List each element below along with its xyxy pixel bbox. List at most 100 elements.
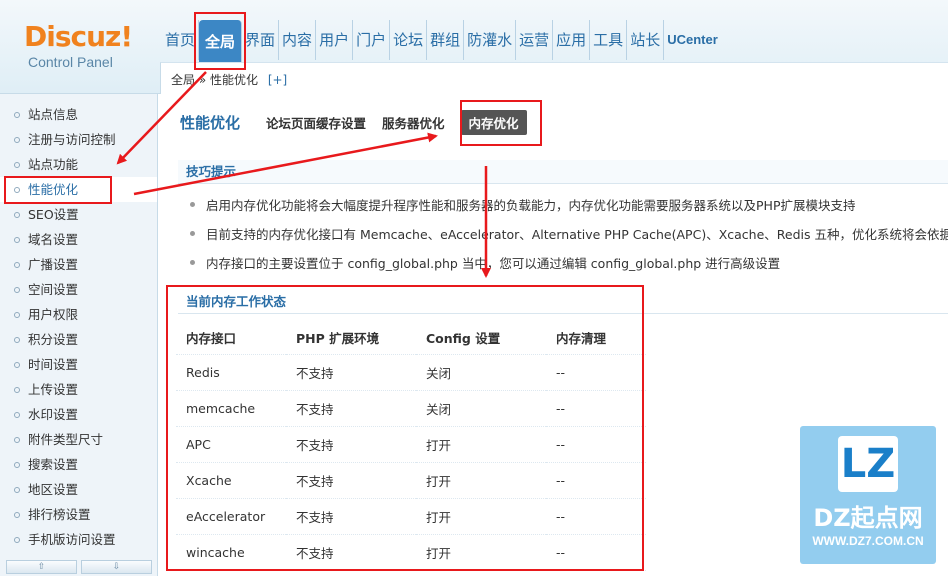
- sidebar-item-time[interactable]: 时间设置: [0, 352, 157, 377]
- cell-clear: --: [546, 498, 646, 535]
- nav-forum[interactable]: 论坛: [390, 20, 428, 60]
- sidebar-item-label: 空间设置: [28, 282, 79, 297]
- nav-founder[interactable]: 站长: [627, 20, 665, 60]
- nav-style[interactable]: 界面: [242, 20, 280, 60]
- bullet-icon: [190, 231, 195, 236]
- cell-clear: --: [546, 426, 646, 463]
- sidebar-item-label: 附件类型尺寸: [28, 432, 104, 447]
- status-heading: 当前内存工作状态: [178, 290, 948, 314]
- nav-operation[interactable]: 运营: [516, 20, 554, 60]
- watermark-url: WWW.DZ7.COM.CN: [812, 534, 924, 548]
- tab-server-optimize[interactable]: 服务器优化: [382, 113, 445, 132]
- nav-user[interactable]: 用户: [316, 20, 354, 60]
- nav-global[interactable]: 全局: [199, 20, 243, 64]
- bullet-icon: [14, 461, 20, 468]
- breadcrumb-path[interactable]: 全局 » 性能优化: [171, 73, 258, 87]
- nav-home[interactable]: 首页: [162, 20, 200, 60]
- table-row: memcache 不支持 关闭 --: [176, 390, 646, 427]
- sidebar-item-label: 积分设置: [28, 332, 79, 347]
- cell-php-ext: 不支持: [286, 534, 416, 571]
- bullet-icon: [14, 186, 20, 193]
- cell-clear: --: [546, 390, 646, 427]
- tab-forum-cache[interactable]: 论坛页面缓存设置: [266, 113, 366, 132]
- sidebar-item-watermark[interactable]: 水印设置: [0, 402, 157, 427]
- cell-config: 打开: [416, 426, 546, 463]
- top-nav: 首页 全局 界面 内容 用户 门户 论坛 群组 防灌水 运营 应用 工具 站长 …: [162, 20, 721, 64]
- bullet-icon: [14, 511, 20, 518]
- sidebar-item-broadcast[interactable]: 广播设置: [0, 252, 157, 277]
- cell-interface: Xcache: [176, 462, 286, 499]
- add-shortcut-button[interactable]: [+]: [268, 73, 287, 87]
- table-row: wincache 不支持 打开 --: [176, 534, 646, 571]
- sidebar-item-domain[interactable]: 域名设置: [0, 227, 157, 252]
- sidebar-item-label: 上传设置: [28, 382, 79, 397]
- nav-tools[interactable]: 工具: [590, 20, 628, 60]
- nav-portal[interactable]: 门户: [353, 20, 391, 60]
- cell-interface: eAccelerator: [176, 498, 286, 535]
- sidebar-item-performance[interactable]: 性能优化: [0, 177, 157, 202]
- column-header-clear: 内存清理: [546, 322, 646, 355]
- bullet-icon: [14, 311, 20, 318]
- sidebar-item-label: 水印设置: [28, 407, 79, 422]
- nav-apps[interactable]: 应用: [553, 20, 591, 60]
- sidebar-item-ranking[interactable]: 排行榜设置: [0, 502, 157, 527]
- bullet-icon: [14, 486, 20, 493]
- sidebar-item-register-access[interactable]: 注册与访问控制: [0, 127, 157, 152]
- tip-item: 内存接口的主要设置位于 config_global.php 当中，您可以通过编辑…: [190, 252, 948, 281]
- sidebar-item-site-info[interactable]: 站点信息: [0, 102, 157, 127]
- table-header-row: 内存接口 PHP 扩展环境 Config 设置 内存清理: [176, 322, 646, 355]
- bullet-icon: [14, 211, 20, 218]
- bullet-icon: [14, 361, 20, 368]
- sidebar-item-label: 域名设置: [28, 232, 79, 247]
- sidebar-item-credits[interactable]: 积分设置: [0, 327, 157, 352]
- bullet-icon: [14, 286, 20, 293]
- sidebar-item-label: 时间设置: [28, 357, 79, 372]
- cell-php-ext: 不支持: [286, 390, 416, 427]
- nav-group[interactable]: 群组: [427, 20, 465, 60]
- breadcrumb: 全局 » 性能优化 [+]: [171, 71, 287, 88]
- cell-config: 打开: [416, 534, 546, 571]
- table-row: eAccelerator 不支持 打开 --: [176, 498, 646, 535]
- logo[interactable]: Discuz! Control Panel: [24, 20, 134, 70]
- sidebar-item-search[interactable]: 搜索设置: [0, 452, 157, 477]
- sidebar-item-label: 性能优化: [28, 182, 79, 197]
- tips-list: 启用内存优化功能将会大幅度提升程序性能和服务器的负载能力，内存优化功能需要服务器…: [190, 194, 948, 281]
- sidebar-item-mobile-access[interactable]: 手机版访问设置: [0, 527, 157, 552]
- scroll-down-button[interactable]: ⇩: [81, 560, 152, 574]
- sidebar-item-region[interactable]: 地区设置: [0, 477, 157, 502]
- sidebar-item-upload[interactable]: 上传设置: [0, 377, 157, 402]
- cell-php-ext: 不支持: [286, 426, 416, 463]
- bullet-icon: [14, 111, 20, 118]
- sidebar-item-label: 手机版访问设置: [28, 532, 116, 547]
- cell-php-ext: 不支持: [286, 498, 416, 535]
- sidebar-item-attachment-types[interactable]: 附件类型尺寸: [0, 427, 157, 452]
- nav-antispam[interactable]: 防灌水: [464, 20, 517, 60]
- sidebar-item-seo[interactable]: SEO设置: [0, 202, 157, 227]
- cell-config: 打开: [416, 462, 546, 499]
- table-row: Xcache 不支持 打开 --: [176, 462, 646, 499]
- page-title: 性能优化: [180, 113, 241, 132]
- sidebar-item-space[interactable]: 空间设置: [0, 277, 157, 302]
- cell-config: 打开: [416, 498, 546, 535]
- tip-text: 启用内存优化功能将会大幅度提升程序性能和服务器的负载能力，内存优化功能需要服务器…: [206, 198, 856, 213]
- cell-clear: --: [546, 462, 646, 499]
- bullet-icon: [190, 260, 195, 265]
- bullet-icon: [14, 536, 20, 543]
- table-row: Redis 不支持 关闭 --: [176, 354, 646, 391]
- sub-nav: 性能优化 论坛页面缓存设置 服务器优化 内存优化: [180, 108, 543, 136]
- sidebar-item-label: 排行榜设置: [28, 507, 91, 522]
- cell-php-ext: 不支持: [286, 462, 416, 499]
- tip-item: 启用内存优化功能将会大幅度提升程序性能和服务器的负载能力，内存优化功能需要服务器…: [190, 194, 948, 223]
- tab-memory-optimize[interactable]: 内存优化: [460, 109, 527, 135]
- cell-config: 关闭: [416, 354, 546, 391]
- nav-content[interactable]: 内容: [279, 20, 317, 60]
- tips-heading: 技巧提示: [178, 160, 948, 184]
- sidebar-item-site-features[interactable]: 站点功能: [0, 152, 157, 177]
- bullet-icon: [14, 386, 20, 393]
- sidebar-item-user-permissions[interactable]: 用户权限: [0, 302, 157, 327]
- nav-ucenter[interactable]: UCenter: [664, 20, 721, 60]
- sidebar-item-label: 广播设置: [28, 257, 79, 272]
- scroll-up-button[interactable]: ⇧: [6, 560, 77, 574]
- cell-config: 关闭: [416, 390, 546, 427]
- sidebar-item-label: 搜索设置: [28, 457, 79, 472]
